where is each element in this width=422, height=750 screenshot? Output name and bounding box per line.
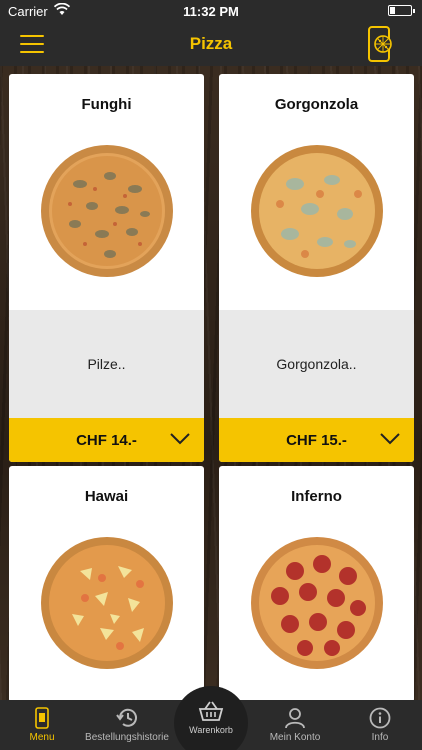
pizza-inferno-image [251,537,383,669]
pizza-card-inferno[interactable]: Inferno [219,466,414,700]
pizza-name: Hawai [84,488,129,505]
tab-label: Bestellungshistorie [85,732,169,743]
phone-pizza-icon[interactable] [368,26,392,62]
pizza-description: Gorgonzola.. [219,310,414,418]
tab-bestellungshistorie[interactable]: Bestellungshistorie [84,700,170,750]
pizza-name: Funghi [81,96,132,113]
status-bar: Carrier 11:32 PM [0,0,422,22]
price-bar[interactable]: CHF 14.- [9,418,204,462]
chevron-down-icon[interactable] [170,433,190,445]
pizza-funghi-image [41,145,173,277]
history-icon [116,708,137,727]
pizza-name: Inferno [291,488,342,505]
phone-menu-icon [35,707,49,729]
tab-label: Mein Konto [269,732,321,743]
clock: 11:32 PM [183,4,239,19]
page-title: Pizza [189,34,233,53]
price-bar[interactable]: CHF 15.- [219,418,414,462]
pizza-description: Pilze.. [9,310,204,418]
tab-warenkorb[interactable]: Warenkorb [174,686,248,750]
basket-icon [198,701,224,721]
tab-info[interactable]: Info [338,700,422,750]
tab-menu[interactable]: Menu [0,700,84,750]
pizza-card-gorgonzola[interactable]: Gorgonzola Gorgonzola.. CHF 15.- [219,74,414,462]
tab-label: Info [371,732,389,743]
info-icon [369,707,391,729]
pizza-card-hawai[interactable]: Hawai [9,466,204,700]
pizza-hawai-image [41,537,173,669]
user-icon [285,708,305,729]
tab-bar: Menu Bestellungshistorie Warenkorb Mein … [0,686,422,750]
navigation-bar: Pizza [0,22,422,66]
pizza-name: Gorgonzola [274,96,359,113]
tab-label: Menu [29,732,55,743]
menu-grid: Funghi Pilze.. CHF 14.- Gorgonzola Gorgo… [0,66,422,700]
chevron-down-icon[interactable] [380,433,400,445]
tab-label: Warenkorb [189,725,233,735]
pizza-gorgonzola-image [251,145,383,277]
battery-icon [388,5,415,16]
tab-mein-konto[interactable]: Mein Konto [252,700,338,750]
pizza-card-funghi[interactable]: Funghi Pilze.. CHF 14.- [9,74,204,462]
